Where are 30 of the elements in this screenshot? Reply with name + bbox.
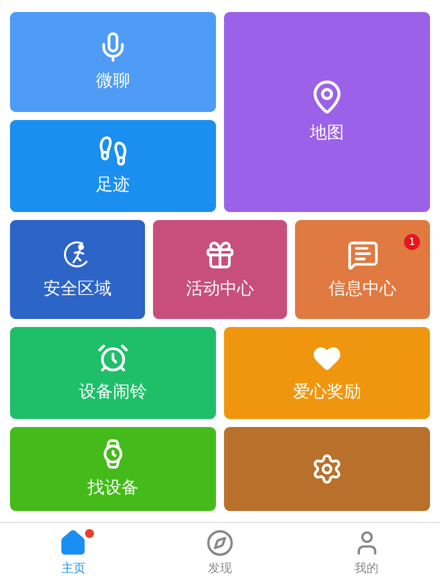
tile-label: 信息中心 bbox=[328, 278, 397, 300]
settings-icon bbox=[311, 453, 343, 485]
tile[interactable]: 安全区域 bbox=[10, 220, 145, 319]
tile[interactable]: 找设备 bbox=[10, 427, 216, 511]
tile-label: 活动中心 bbox=[186, 278, 254, 300]
unread-badge: 1 bbox=[404, 234, 420, 250]
tile[interactable]: 活动中心 bbox=[152, 220, 288, 319]
tile[interactable]: 地图 bbox=[224, 12, 430, 212]
compass-icon bbox=[206, 528, 234, 556]
tile[interactable]: 爱心奖励 bbox=[224, 327, 430, 419]
tile-label: 爱心奖励 bbox=[293, 382, 361, 404]
tile-label: 安全区域 bbox=[43, 278, 112, 300]
gift-icon bbox=[204, 238, 236, 271]
nav-tab[interactable]: 我的 bbox=[293, 523, 440, 582]
message-icon bbox=[346, 238, 379, 271]
nav-tab[interactable]: 主页 bbox=[0, 523, 147, 582]
footprints-icon bbox=[97, 135, 129, 168]
tile[interactable]: 微聊 bbox=[10, 12, 216, 112]
nav-tab[interactable]: 发现 bbox=[146, 523, 294, 582]
tile[interactable]: 信息中心 1 bbox=[295, 220, 430, 319]
tile[interactable]: 足迹 bbox=[10, 120, 216, 212]
tile-label: 足迹 bbox=[96, 175, 130, 197]
home-icon bbox=[59, 528, 88, 556]
tile-label: 找设备 bbox=[88, 478, 138, 500]
tile[interactable] bbox=[224, 427, 430, 511]
tile-label: 地图 bbox=[310, 123, 344, 145]
tile[interactable]: 设备闹铃 bbox=[10, 327, 216, 419]
alarm-clock-icon bbox=[97, 342, 129, 374]
tile-label: 微聊 bbox=[96, 71, 130, 93]
tile-label: 设备闹铃 bbox=[79, 382, 147, 404]
